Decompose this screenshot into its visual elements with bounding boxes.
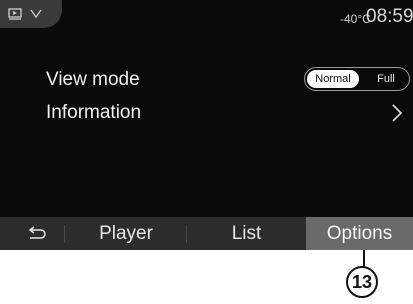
- back-arrow-icon: [27, 226, 47, 245]
- callout-number-badge: 13: [346, 266, 378, 298]
- chevron-right-icon[interactable]: [391, 103, 403, 128]
- back-button[interactable]: [0, 217, 62, 250]
- tab-list[interactable]: List: [187, 217, 306, 250]
- bottom-navigation-bar: Player List Options: [0, 217, 413, 250]
- status-bar: -40°C 08:59: [0, 0, 413, 36]
- source-menu-button[interactable]: [0, 0, 62, 28]
- view-mode-full-option[interactable]: Full: [367, 70, 405, 88]
- view-mode-toggle[interactable]: Normal Full: [304, 67, 410, 91]
- nav-separator: [64, 225, 65, 243]
- view-mode-label: View mode: [46, 69, 140, 90]
- view-mode-normal-option[interactable]: Normal: [307, 70, 359, 88]
- tab-player[interactable]: Player: [66, 217, 186, 250]
- tab-options[interactable]: Options: [306, 217, 413, 250]
- information-label[interactable]: Information: [46, 102, 141, 124]
- clock: 08:59: [366, 6, 413, 27]
- chevron-down-icon: [30, 6, 42, 24]
- media-source-icon: [8, 7, 22, 25]
- multimedia-screen: -40°C 08:59 View mode Normal Full Inform…: [0, 0, 413, 250]
